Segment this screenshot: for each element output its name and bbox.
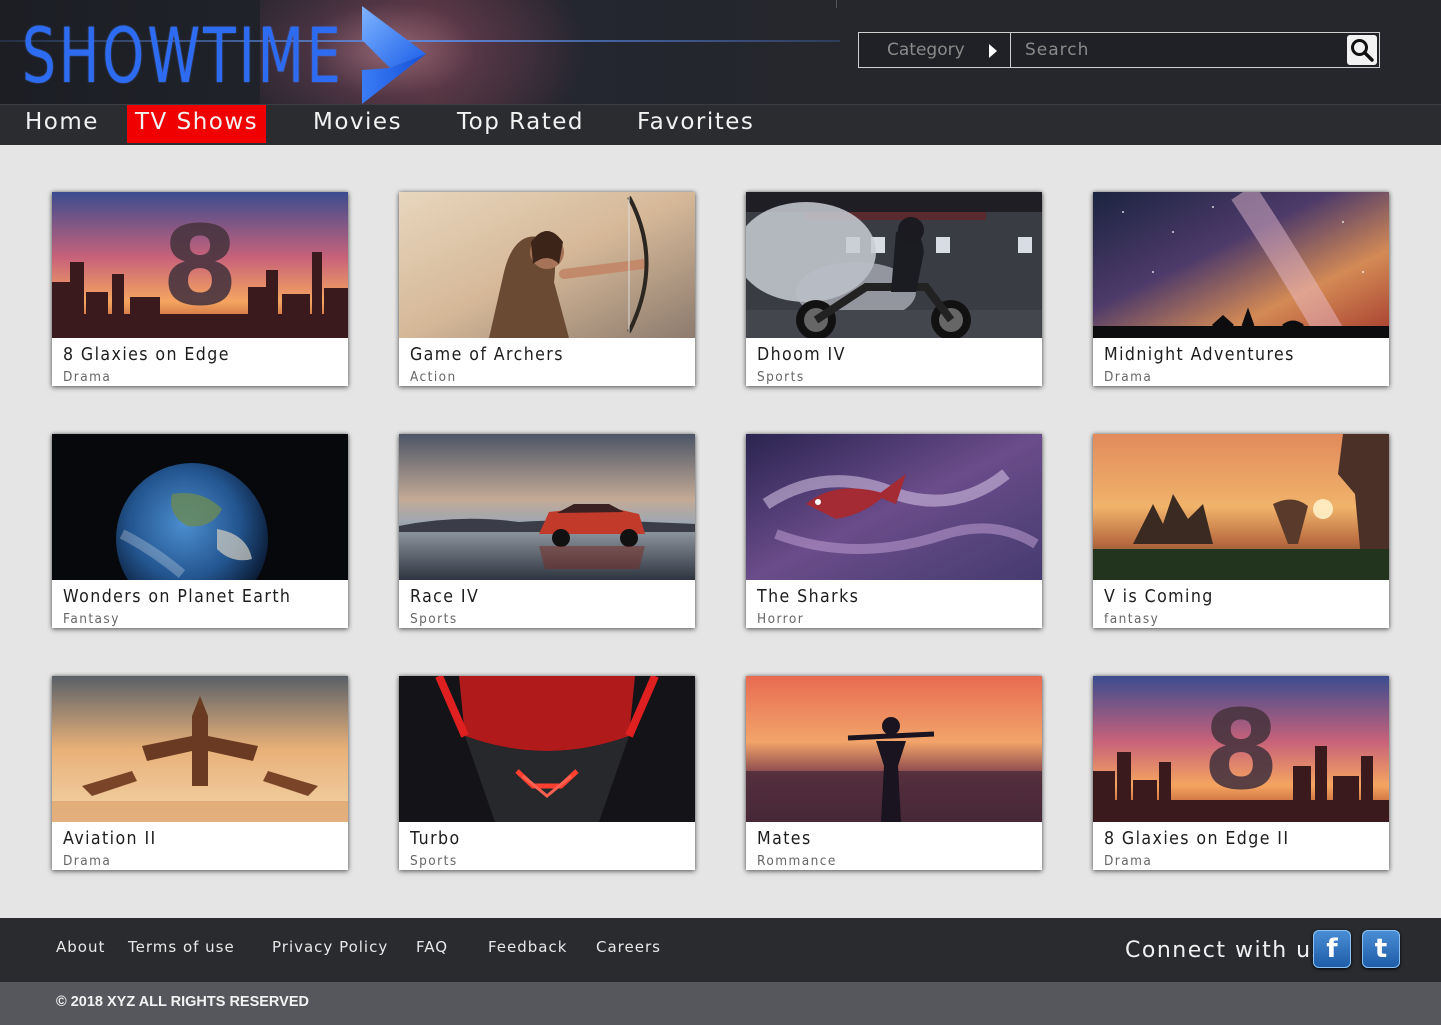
search-icon (1351, 39, 1374, 62)
show-card[interactable]: Game of Archers Action (399, 192, 695, 386)
show-card[interactable]: Aviation II Drama (52, 676, 348, 870)
show-thumbnail (746, 192, 1042, 338)
category-dropdown[interactable]: Category (859, 33, 1011, 67)
show-card[interactable]: Wonders on Planet Earth Fantasy (52, 434, 348, 628)
svg-text:8: 8 (162, 202, 239, 330)
show-card[interactable]: Dhoom IV Sports (746, 192, 1042, 386)
footer-link-feedback[interactable]: Feedback (488, 938, 567, 956)
show-card[interactable]: Midnight Adventures Drama (1093, 192, 1389, 386)
copyright-bar: © 2018 XYZ ALL RIGHTS RESERVED (0, 982, 1441, 1025)
show-genre: Sports (410, 611, 458, 627)
show-card[interactable]: Mates Rommance (746, 676, 1042, 870)
show-thumbnail (52, 676, 348, 822)
svg-text:8: 8 (1203, 686, 1280, 814)
tumblr-icon[interactable]: t (1362, 930, 1400, 968)
show-card[interactable]: V is Coming fantasy (1093, 434, 1389, 628)
footer-link-careers[interactable]: Careers (596, 938, 661, 956)
search-button[interactable] (1347, 35, 1377, 65)
nav-top-rated[interactable]: Top Rated (457, 105, 584, 145)
show-card[interactable]: Race IV Sports (399, 434, 695, 628)
show-thumbnail (746, 676, 1042, 822)
show-card[interactable]: The Sharks Horror (746, 434, 1042, 628)
show-genre: Drama (63, 369, 112, 385)
show-title: 8 Glaxies on Edge II (1104, 828, 1290, 849)
nav-favorites[interactable]: Favorites (637, 105, 754, 145)
site-header: SHOWTIME Category (0, 0, 1441, 104)
show-genre: Action (410, 369, 457, 385)
footer-link-about[interactable]: About (56, 938, 105, 956)
search-bar: Category (858, 32, 1380, 68)
show-genre: Drama (1104, 369, 1153, 385)
show-card[interactable]: 8 8 Glaxies on Edge Drama (52, 192, 348, 386)
show-title: Midnight Adventures (1104, 344, 1295, 365)
footer-link-faq[interactable]: FAQ (416, 938, 448, 956)
show-thumbnail: 8 (52, 192, 348, 338)
show-title: Game of Archers (410, 344, 564, 365)
search-input[interactable] (1013, 33, 1343, 67)
nav-tv-shows[interactable]: TV Shows (127, 105, 267, 143)
show-genre: Drama (63, 853, 112, 869)
footer-link-privacy[interactable]: Privacy Policy (272, 938, 388, 956)
show-genre: Sports (410, 853, 458, 869)
show-thumbnail (52, 434, 348, 580)
show-thumbnail (399, 434, 695, 580)
show-genre: Fantasy (63, 611, 120, 627)
show-card[interactable]: Turbo Sports (399, 676, 695, 870)
show-thumbnail: 8 (1093, 676, 1389, 822)
site-logo[interactable]: SHOWTIME (22, 14, 344, 98)
show-genre: Drama (1104, 853, 1153, 869)
show-thumbnail (1093, 192, 1389, 338)
play-arrow-logo-icon (362, 6, 426, 104)
show-thumbnail (746, 434, 1042, 580)
show-title: Turbo (410, 828, 461, 849)
facebook-icon[interactable]: f (1313, 930, 1351, 968)
show-title: V is Coming (1104, 586, 1214, 607)
caret-right-icon (989, 44, 997, 58)
show-card[interactable]: 8 8 Glaxies on Edge II Drama (1093, 676, 1389, 870)
copyright-text: © 2018 XYZ ALL RIGHTS RESERVED (56, 994, 309, 1010)
show-title: Aviation II (63, 828, 157, 849)
category-label: Category (887, 40, 965, 60)
show-genre: Rommance (757, 853, 837, 869)
nav-home[interactable]: Home (25, 105, 99, 145)
show-title: Race IV (410, 586, 480, 607)
site-footer: About Terms of use Privacy Policy FAQ Fe… (0, 918, 1441, 982)
show-thumbnail (399, 676, 695, 822)
show-genre: Horror (757, 611, 805, 627)
show-title: 8 Glaxies on Edge (63, 344, 230, 365)
show-title: Mates (757, 828, 812, 849)
show-genre: fantasy (1104, 611, 1160, 627)
show-thumbnail (1093, 434, 1389, 580)
main-nav: Home TV Shows Movies Top Rated Favorites (0, 104, 1441, 145)
footer-link-terms[interactable]: Terms of use (128, 938, 235, 956)
show-title: Dhoom IV (757, 344, 846, 365)
show-title: The Sharks (757, 586, 860, 607)
show-genre: Sports (757, 369, 805, 385)
show-title: Wonders on Planet Earth (63, 586, 292, 607)
nav-movies[interactable]: Movies (313, 105, 402, 145)
header-divider (836, 0, 837, 8)
connect-label: Connect with us (1125, 938, 1325, 963)
show-thumbnail (399, 192, 695, 338)
